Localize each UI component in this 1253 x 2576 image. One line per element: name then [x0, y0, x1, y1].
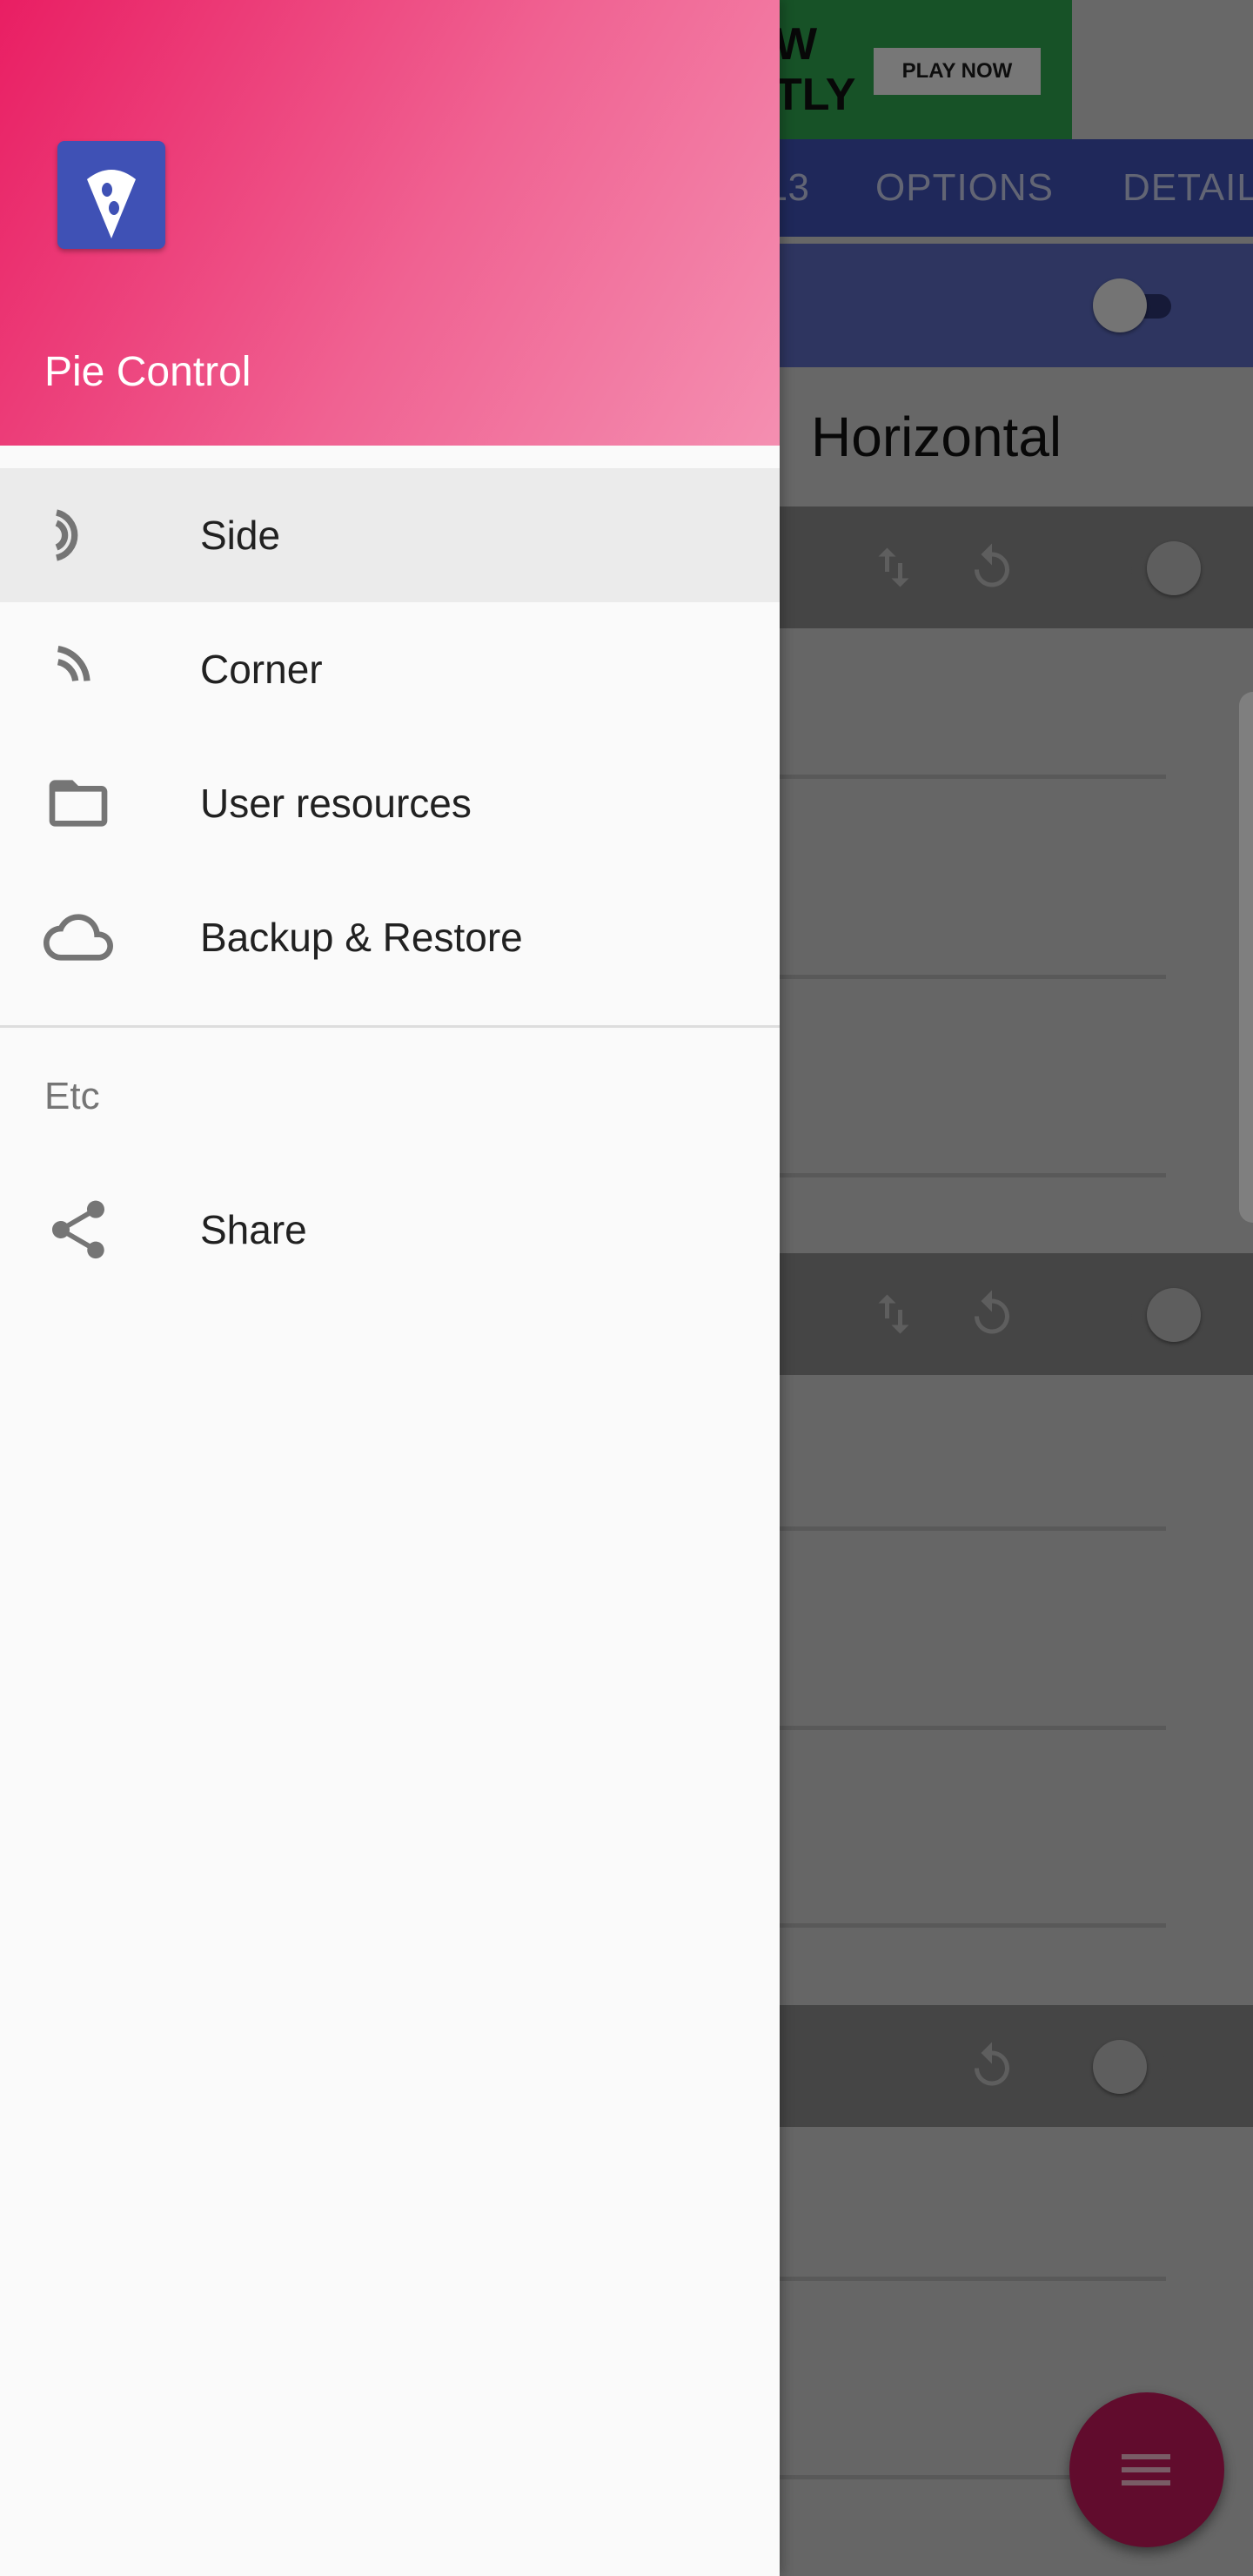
- drawer-item-side[interactable]: Side: [0, 468, 780, 602]
- drawer-item-label: Share: [200, 1207, 307, 1252]
- pie-slice-icon: [87, 170, 136, 238]
- drawer-item-label: User resources: [200, 781, 472, 826]
- drawer-item-share[interactable]: Share: [0, 1163, 780, 1297]
- drawer-subheader-etc: Etc: [44, 1075, 100, 1117]
- drawer-item-backup-restore[interactable]: Backup & Restore: [0, 870, 780, 1004]
- navigation-drawer: Pie Control Side Corner User resources B…: [0, 0, 780, 2576]
- app-logo: [57, 141, 165, 249]
- cloud-icon: [44, 914, 113, 961]
- share-icon: [52, 1200, 104, 1259]
- drawer-item-corner[interactable]: Corner: [0, 602, 780, 736]
- drawer-item-label: Backup & Restore: [200, 915, 523, 960]
- drawer-item-user-resources[interactable]: User resources: [0, 736, 780, 870]
- side-arc-icon: [55, 509, 78, 561]
- drawer-item-label: Side: [200, 513, 281, 558]
- corner-arc-icon: [57, 646, 90, 682]
- drawer-divider: [0, 1025, 780, 1028]
- app-name: Pie Control: [44, 349, 251, 395]
- drawer-header: Pie Control: [0, 0, 780, 446]
- folder-icon: [49, 780, 108, 827]
- drawer-item-label: Corner: [200, 647, 323, 692]
